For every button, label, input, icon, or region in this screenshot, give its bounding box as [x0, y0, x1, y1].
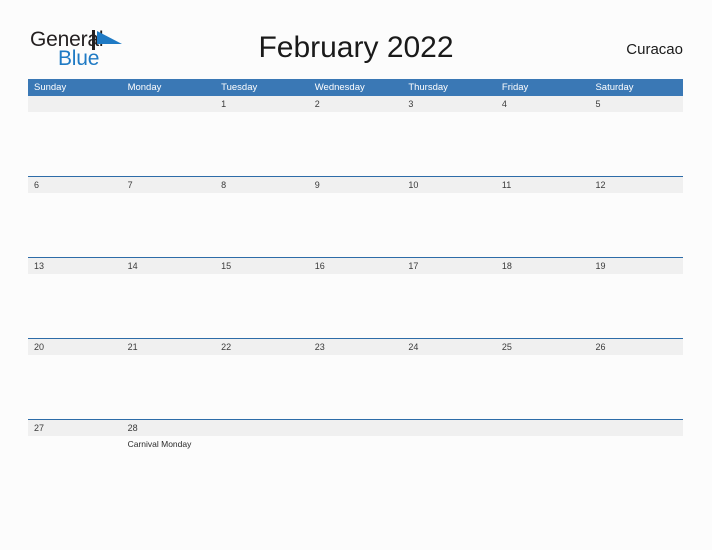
day-number[interactable]: 11 [496, 177, 590, 193]
day-number[interactable] [496, 420, 590, 436]
weekday-header-row: Sunday Monday Tuesday Wednesday Thursday… [28, 79, 683, 96]
day-event [496, 112, 590, 114]
day-number[interactable]: 14 [122, 258, 216, 274]
week-date-band: 27 28 [28, 420, 683, 436]
location-label: Curacao [626, 41, 683, 58]
calendar-grid: Sunday Monday Tuesday Wednesday Thursday… [28, 79, 683, 501]
day-number[interactable] [122, 96, 216, 112]
page-header: General Blue February 2022 Curacao [0, 0, 712, 78]
day-number[interactable]: 3 [402, 96, 496, 112]
day-number[interactable]: 4 [496, 96, 590, 112]
week-date-band: 13 14 15 16 17 18 19 [28, 258, 683, 274]
day-number[interactable]: 7 [122, 177, 216, 193]
week-date-band: 20 21 22 23 24 25 26 [28, 339, 683, 355]
day-event [309, 112, 403, 114]
day-number[interactable]: 6 [28, 177, 122, 193]
day-number[interactable]: 18 [496, 258, 590, 274]
day-number[interactable] [402, 420, 496, 436]
week-date-band: 6 7 8 9 10 11 12 [28, 177, 683, 193]
week-event-band [28, 355, 683, 357]
day-event [215, 112, 309, 114]
day-event [28, 355, 122, 357]
week-date-band: 1 2 3 4 5 [28, 96, 683, 112]
day-number[interactable]: 23 [309, 339, 403, 355]
day-event [589, 112, 683, 114]
day-event [28, 274, 122, 276]
day-number[interactable]: 21 [122, 339, 216, 355]
day-number[interactable]: 2 [309, 96, 403, 112]
day-event [215, 436, 309, 450]
day-event [28, 436, 122, 450]
day-event [589, 274, 683, 276]
day-event: Carnival Monday [127, 439, 192, 449]
day-event [402, 355, 496, 357]
day-event [309, 274, 403, 276]
day-number[interactable]: 1 [215, 96, 309, 112]
day-event [402, 274, 496, 276]
day-event [309, 436, 403, 450]
day-event [122, 274, 216, 276]
weekday-header-wednesday: Wednesday [314, 82, 365, 93]
day-event [496, 193, 590, 195]
calendar-week-row: 20 21 22 23 24 25 26 [28, 339, 683, 420]
weekday-header-saturday: Saturday [595, 82, 634, 93]
day-event [589, 193, 683, 195]
day-number[interactable]: 24 [402, 339, 496, 355]
day-event [402, 112, 496, 114]
day-event [28, 193, 122, 195]
day-number[interactable]: 9 [309, 177, 403, 193]
week-event-band [28, 193, 683, 195]
day-event [496, 355, 590, 357]
week-event-band: Carnival Monday [28, 436, 683, 450]
day-event [215, 355, 309, 357]
week-event-band [28, 274, 683, 276]
day-event [122, 112, 216, 114]
day-number[interactable]: 8 [215, 177, 309, 193]
day-event [402, 436, 496, 450]
day-event [309, 193, 403, 195]
day-number[interactable]: 12 [589, 177, 683, 193]
day-event [122, 355, 216, 357]
weekday-header-friday: Friday [501, 82, 529, 93]
weekday-header-monday: Monday [127, 82, 162, 93]
day-number[interactable]: 22 [215, 339, 309, 355]
page-title: February 2022 [258, 31, 454, 64]
day-number[interactable]: 20 [28, 339, 122, 355]
day-event [215, 274, 309, 276]
calendar-week-row: 27 28 Carnival Monday [28, 420, 683, 501]
weekday-header-tuesday: Tuesday [221, 82, 258, 93]
day-event [309, 355, 403, 357]
day-number[interactable]: 17 [402, 258, 496, 274]
day-number[interactable] [309, 420, 403, 436]
day-number[interactable]: 25 [496, 339, 590, 355]
day-event [589, 355, 683, 357]
day-number[interactable]: 5 [589, 96, 683, 112]
day-number[interactable] [589, 420, 683, 436]
calendar-week-row: 6 7 8 9 10 11 12 [28, 177, 683, 258]
weekday-header-thursday: Thursday [408, 82, 448, 93]
day-event [28, 112, 122, 114]
day-event [215, 193, 309, 195]
day-number[interactable] [215, 420, 309, 436]
week-event-band [28, 112, 683, 114]
day-event [589, 436, 683, 450]
day-number[interactable]: 10 [402, 177, 496, 193]
weekday-header-sunday: Sunday [34, 82, 67, 93]
day-number[interactable]: 26 [589, 339, 683, 355]
day-number[interactable]: 16 [309, 258, 403, 274]
calendar-week-row: 1 2 3 4 5 [28, 96, 683, 177]
day-number[interactable]: 13 [28, 258, 122, 274]
day-event [496, 436, 590, 450]
day-event [496, 274, 590, 276]
day-event [122, 193, 216, 195]
day-number[interactable]: 28 [122, 420, 216, 436]
day-number[interactable]: 19 [589, 258, 683, 274]
day-number[interactable]: 15 [215, 258, 309, 274]
day-event [402, 193, 496, 195]
calendar-week-row: 13 14 15 16 17 18 19 [28, 258, 683, 339]
day-number[interactable]: 27 [28, 420, 122, 436]
day-number[interactable] [28, 96, 122, 112]
